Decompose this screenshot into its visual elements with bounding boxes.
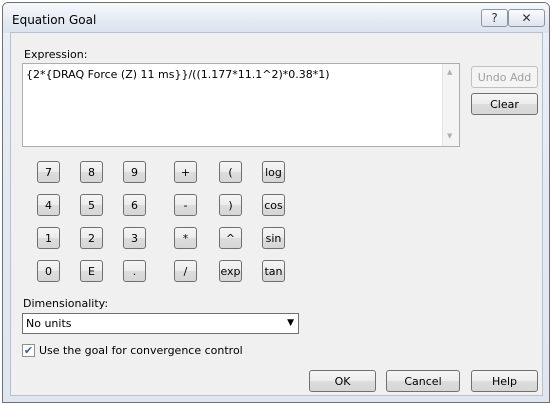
- key-exp[interactable]: exp: [219, 260, 242, 282]
- key-sin[interactable]: sin: [262, 227, 285, 249]
- key-minus[interactable]: -: [174, 194, 197, 216]
- key-4[interactable]: 4: [37, 194, 60, 216]
- key-0[interactable]: 0: [37, 260, 60, 282]
- key-close-paren[interactable]: ): [219, 194, 242, 216]
- close-icon: ✕: [521, 11, 532, 25]
- close-button[interactable]: ✕: [508, 9, 545, 27]
- key-8[interactable]: 8: [80, 161, 103, 183]
- key-9[interactable]: 9: [123, 161, 146, 183]
- chevron-down-icon[interactable]: ▼: [287, 318, 294, 328]
- key-5[interactable]: 5: [80, 194, 103, 216]
- clear-button[interactable]: Clear: [471, 93, 538, 115]
- key-power[interactable]: ^: [219, 227, 242, 249]
- key-1[interactable]: 1: [37, 227, 60, 249]
- key-cos[interactable]: cos: [262, 194, 285, 216]
- dimensionality-select[interactable]: No units ▼: [22, 313, 299, 334]
- key-multiply[interactable]: *: [174, 227, 197, 249]
- scroll-up-icon[interactable]: ▲: [447, 68, 452, 76]
- key-open-paren[interactable]: (: [219, 161, 242, 183]
- help-title-button[interactable]: ?: [481, 9, 508, 27]
- convergence-checkbox[interactable]: ✔: [22, 344, 35, 357]
- expression-label: Expression:: [24, 48, 88, 61]
- expression-textarea[interactable]: {2*{DRAQ Force (Z) 11 ms}}/((1.177*11.1^…: [22, 63, 460, 147]
- key-7[interactable]: 7: [37, 161, 60, 183]
- key-divide[interactable]: /: [174, 260, 197, 282]
- key-log[interactable]: log: [262, 161, 285, 183]
- dimensionality-value: No units: [26, 317, 72, 330]
- dimensionality-label: Dimensionality:: [23, 297, 109, 310]
- question-icon: ?: [491, 11, 498, 25]
- key-tan[interactable]: tan: [262, 260, 285, 282]
- equation-goal-dialog: Equation Goal ? ✕ Expression: {2*{DRAQ F…: [0, 0, 552, 405]
- expression-scrollbar[interactable]: ▲ ▼: [442, 64, 459, 146]
- title-bar: Equation Goal ? ✕: [3, 3, 549, 33]
- undo-add-button[interactable]: Undo Add: [471, 66, 538, 88]
- key-plus[interactable]: +: [174, 161, 197, 183]
- key-e[interactable]: E: [80, 260, 103, 282]
- help-button[interactable]: Help: [471, 370, 538, 392]
- cancel-button[interactable]: Cancel: [386, 370, 460, 392]
- key-6[interactable]: 6: [123, 194, 146, 216]
- key-3[interactable]: 3: [123, 227, 146, 249]
- key-2[interactable]: 2: [80, 227, 103, 249]
- checkmark-icon: ✔: [23, 344, 34, 357]
- key-decimal[interactable]: .: [123, 260, 146, 282]
- ok-button[interactable]: OK: [309, 370, 376, 392]
- scroll-down-icon[interactable]: ▼: [447, 132, 452, 140]
- expression-value: {2*{DRAQ Force (Z) 11 ms}}/((1.177*11.1^…: [26, 68, 330, 81]
- dialog-title: Equation Goal: [12, 13, 97, 27]
- convergence-label[interactable]: Use the goal for convergence control: [39, 344, 243, 357]
